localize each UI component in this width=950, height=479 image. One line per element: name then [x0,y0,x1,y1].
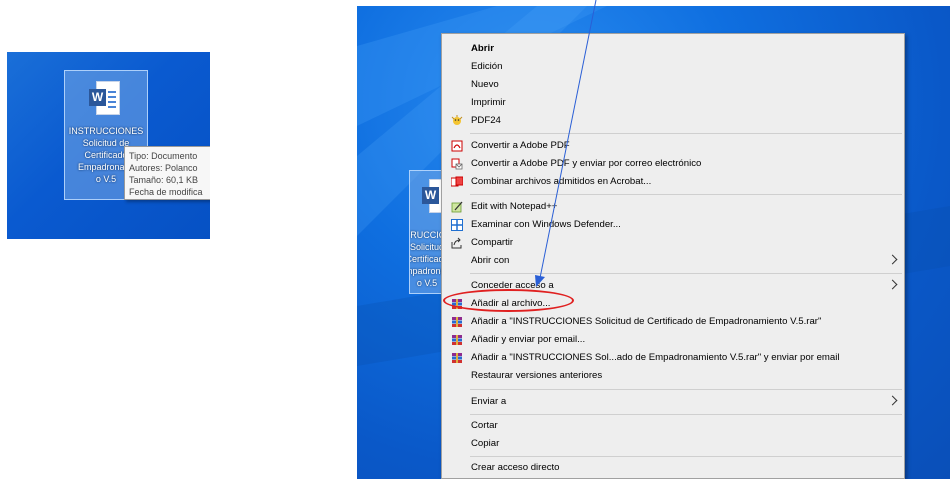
menu-item-copiar[interactable]: Copiar [442,435,904,453]
menu-item-cortar[interactable]: Cortar [442,417,904,435]
menu-item-label: Convertir a Adobe PDF [471,140,570,151]
menu-item-imprimir[interactable]: Imprimir [442,94,904,112]
menu-item-label: PDF24 [471,115,501,126]
submenu-chevron-icon [887,395,898,406]
file-name-label: INSTRUCCIONES Solicitud Certificado Empa… [409,230,445,288]
menu-item-anadir-rar-enviar-email[interactable]: Añadir a "INSTRUCCIONES Sol...ado de Emp… [442,349,904,367]
menu-item-label: Restaurar versiones anteriores [471,370,603,381]
menu-item-label: Cortar [471,420,498,431]
menu-separator [470,273,902,274]
menu-item-label: Añadir y enviar por email... [471,334,586,345]
menu-item-edicion[interactable]: Edición [442,58,904,76]
menu-item-label: Compartir [471,237,514,248]
pdf24-icon [451,115,463,125]
menu-item-label: Enviar a [471,396,507,407]
adobe-pdf-icon [451,140,463,152]
menu-item-nuevo[interactable]: Nuevo [442,76,904,94]
menu-item-label: Abrir [471,43,494,54]
menu-item-label: Nuevo [471,79,499,90]
acrobat-combine-icon [451,176,463,187]
menu-item-combinar-acrobat[interactable]: Combinar archivos admitidos en Acrobat..… [442,173,904,191]
winrar-icon [452,353,462,363]
menu-item-label: Añadir a "INSTRUCCIONES Sol...ado de Emp… [471,352,840,363]
submenu-chevron-icon [887,254,898,265]
menu-item-convertir-adobe-pdf-correo[interactable]: Convertir a Adobe PDF y enviar por corre… [442,155,904,173]
menu-item-label: Imprimir [471,97,506,108]
menu-item-label: Abrir con [471,255,510,266]
winrar-icon [452,317,462,327]
menu-item-convertir-adobe-pdf[interactable]: Convertir a Adobe PDF [442,137,904,155]
menu-item-label: Edit with Notepad++ [471,201,558,212]
menu-item-anadir-rar[interactable]: Añadir a "INSTRUCCIONES Solicitud de Cer… [442,313,904,331]
menu-item-label: Combinar archivos admitidos en Acrobat..… [471,176,652,187]
highlight-circle-annotation [443,289,574,312]
menu-separator [470,194,902,195]
winrar-icon [452,335,462,345]
menu-item-enviar-a[interactable]: Enviar a [442,393,904,411]
menu-item-compartir[interactable]: Compartir [442,234,904,252]
desktop-crop-small: W INSTRUCCIONES Solicitud de Certificado… [7,52,210,239]
menu-separator [470,456,902,457]
adobe-pdf-mail-icon [451,158,463,170]
file-info-tooltip: Tipo: Documento Autores: Polanco Tamaño:… [124,146,210,200]
menu-item-edit-notepad[interactable]: Edit with Notepad++ [442,198,904,216]
file-context-menu: Abrir Edición Nuevo Imprimir PDF24 Conve… [441,33,905,479]
word-file-icon-selected-partial[interactable]: W INSTRUCCIONES Solicitud Certificado Em… [409,170,445,294]
submenu-chevron-icon [887,279,898,290]
menu-separator [470,133,902,134]
menu-item-label: Examinar con Windows Defender... [471,219,621,230]
menu-separator [470,389,902,390]
share-icon [451,237,462,249]
menu-item-anadir-enviar-email[interactable]: Añadir y enviar por email... [442,331,904,349]
word-document-icon: W [89,81,120,115]
menu-item-label: Copiar [471,438,500,449]
menu-item-windows-defender[interactable]: Examinar con Windows Defender... [442,216,904,234]
menu-item-restaurar-versiones[interactable]: Restaurar versiones anteriores [442,367,904,385]
menu-item-label: Edición [471,61,503,72]
menu-item-label: Crear acceso directo [471,462,560,473]
menu-item-label: Convertir a Adobe PDF y enviar por corre… [471,158,702,169]
menu-separator [470,414,902,415]
menu-item-crear-acceso-directo[interactable]: Crear acceso directo [442,459,904,477]
menu-item-label: Añadir a "INSTRUCCIONES Solicitud de Cer… [471,316,822,327]
windows-defender-icon [451,219,463,231]
menu-item-pdf24[interactable]: PDF24 [442,112,904,130]
notepadpp-icon [451,201,463,213]
menu-item-abrir[interactable]: Abrir [442,40,904,58]
menu-item-abrir-con[interactable]: Abrir con [442,252,904,270]
